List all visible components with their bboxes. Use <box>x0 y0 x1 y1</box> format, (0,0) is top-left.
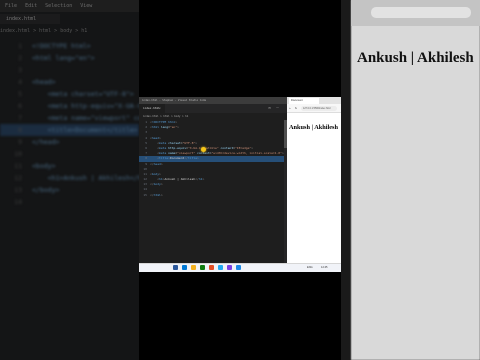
line-number: 6 <box>18 102 22 110</box>
code-line[interactable]: 6 <meta http-equiv="X-UA-Compatible" con… <box>0 100 139 112</box>
code-text: <meta charset="UTF-8"> <box>157 140 198 145</box>
line-number: 15 <box>143 192 147 197</box>
line-number: 9 <box>18 138 22 146</box>
line-number: 4 <box>18 78 22 86</box>
code-line[interactable]: 4 <head> <box>0 76 139 88</box>
taskbar-app-icon[interactable] <box>218 265 223 270</box>
code-text: <meta name="viewport" content="width=dev… <box>47 114 139 122</box>
code-text: <meta name="viewport" content="width=dev… <box>157 151 284 156</box>
code-text: <h1>Ankush | Akhilesh</h1> <box>157 177 205 182</box>
code-text: </head> <box>150 161 163 166</box>
zoomed-menu-edit: Edit <box>25 3 38 9</box>
taskbar-app-icon[interactable] <box>236 265 241 270</box>
line-number: 3 <box>18 66 22 74</box>
more-actions-icon[interactable]: ⋯ <box>275 105 280 111</box>
code-line[interactable]: 10 <box>0 148 139 160</box>
line-number: 13 <box>14 186 22 194</box>
code-line[interactable]: 8 <title>Document</title> <box>0 124 139 136</box>
taskbar-app-icon[interactable] <box>182 265 187 270</box>
desktop-screenshot: index.html - Stephen - Visual Studio Cod… <box>139 97 341 272</box>
tab-label: index.html <box>143 106 160 110</box>
code-text: <body> <box>32 162 56 170</box>
zoomed-menu-view: View <box>80 3 93 9</box>
taskbar-app-icon[interactable] <box>200 265 205 270</box>
zoomed-menu-bar: File Edit Selection View <box>0 0 139 12</box>
split-editor-icon[interactable]: ⊟ <box>267 105 272 111</box>
line-number: 7 <box>18 114 22 122</box>
code-text: <head> <box>32 78 56 86</box>
code-text: <html lang="en"> <box>150 125 179 130</box>
close-icon[interactable]: × <box>159 104 161 113</box>
code-line[interactable]: 12 <h1>Ankush | Akhilesh</h1> <box>0 172 139 184</box>
tab-index-html[interactable]: index.html × <box>139 104 165 113</box>
line-number: 1 <box>18 42 22 50</box>
line-number: 14 <box>14 198 22 206</box>
line-number: 12 <box>14 174 22 182</box>
code-text: <html lang="en"> <box>32 54 95 62</box>
address-bar[interactable]: 127.0.0.1:5500/index.html <box>301 106 337 111</box>
line-number: 2 <box>18 54 22 62</box>
back-arrow-icon[interactable]: ← <box>289 106 291 110</box>
code-text: <head> <box>150 135 161 140</box>
line-number: 10 <box>14 150 22 158</box>
code-text: <!DOCTYPE html> <box>32 42 91 50</box>
code-line[interactable]: 9 </head> <box>0 136 139 148</box>
line-number: 11 <box>14 162 22 170</box>
line-number: 5 <box>18 90 22 98</box>
taskbar-app-icon[interactable] <box>227 265 232 270</box>
line-number: 8 <box>18 126 22 134</box>
zoomed-tab: index.html <box>0 14 60 24</box>
browser-window: Document ← ↻ 127.0.0.1:5500/index.html A… <box>287 97 341 263</box>
code-text: <title>Document</title> <box>47 126 138 134</box>
mouse-cursor-highlight <box>201 147 206 152</box>
code-line[interactable]: 11 <body> <box>0 160 139 172</box>
vscode-window: index.html - Stephen - Visual Studio Cod… <box>139 97 287 263</box>
taskbar-app-icon[interactable] <box>209 265 214 270</box>
page-heading: Ankush | Akhilesh <box>289 124 338 131</box>
code-text: <body> <box>150 171 161 176</box>
code-text: </body> <box>32 186 60 194</box>
code-line[interactable]: 3 <box>0 64 139 76</box>
code-text: </html> <box>150 192 163 197</box>
code-line[interactable]: 14 <box>0 196 139 208</box>
code-text: </head> <box>32 138 60 146</box>
code-editor[interactable]: 1 <!DOCTYPE html> 2 <html lang="en"> 3 4 <head… <box>139 120 287 198</box>
code-text: <meta charset="UTF-8"> <box>47 90 134 98</box>
taskbar-app-icon[interactable] <box>173 265 178 270</box>
zoomed-editor-background: File Edit Selection View index.html inde… <box>0 0 139 360</box>
code-line[interactable]: 13 </body> <box>0 184 139 196</box>
code-text: <!DOCTYPE html> <box>150 120 178 124</box>
reload-icon[interactable]: ↻ <box>295 106 297 110</box>
code-line[interactable]: 1 <!DOCTYPE html> <box>0 40 139 52</box>
clock[interactable]: 12:45 <box>321 263 328 272</box>
zoomed-breadcrumb: index.html > html > body > h1 <box>0 28 88 34</box>
code-line[interactable]: 15 </html> <box>139 193 287 198</box>
zoomed-heading: Ankush | Akhilesh <box>357 50 474 66</box>
zoomed-menu-selection: Selection <box>45 3 73 9</box>
code-line[interactable]: 2 <html lang="en"> <box>0 52 139 64</box>
code-text: <h1>Ankush | Akhilesh</h1> <box>47 174 139 182</box>
taskbar-app-icon[interactable] <box>191 265 196 270</box>
code-line[interactable]: 7 <meta name="viewport" content="width=d… <box>0 112 139 124</box>
code-line[interactable]: 5 <meta charset="UTF-8"> <box>0 88 139 100</box>
zoomed-address-bar <box>371 7 471 18</box>
code-text: </body> <box>150 182 163 187</box>
breadcrumb[interactable]: index.html > html > body > h1 <box>139 114 287 119</box>
zoomed-menu-file: File <box>5 3 18 9</box>
code-text: <meta http-equiv="X-UA-Compatible" conte… <box>47 102 139 110</box>
zoomed-browser-background: Ankush | Akhilesh <box>341 0 480 360</box>
language-indicator[interactable]: ENG <box>307 263 313 272</box>
vscode-title: index.html - Stephen - Visual Studio Cod… <box>142 99 207 102</box>
zoomed-code: 1 <!DOCTYPE html> 2 <html lang="en"> 3 4 <head… <box>0 40 139 208</box>
vscode-title-bar: index.html - Stephen - Visual Studio Cod… <box>139 97 287 104</box>
code-text: <title>Document</title> <box>157 156 199 161</box>
